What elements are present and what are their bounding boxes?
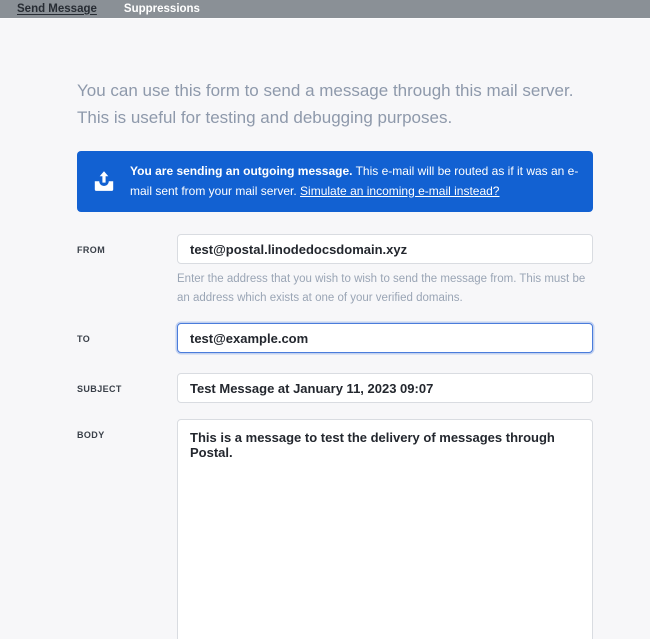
subject-field-row: SUBJECT (77, 373, 650, 403)
body-textarea[interactable]: This is a message to test the delivery o… (177, 419, 593, 639)
to-label: TO (77, 323, 177, 353)
to-field-row: TO (77, 323, 650, 353)
page-content: You can use this form to send a message … (0, 19, 650, 639)
tab-suppressions[interactable]: Suppressions (124, 0, 200, 19)
subject-label: SUBJECT (77, 373, 177, 403)
top-navbar: Send Message Suppressions (0, 0, 650, 19)
from-help-text: Enter the address that you wish to wish … (177, 270, 589, 307)
body-field-row: BODY This is a message to test the deliv… (77, 419, 650, 639)
simulate-incoming-link[interactable]: Simulate an incoming e-mail instead? (300, 184, 499, 198)
alert-lead-text: You are sending an outgoing message. (130, 164, 352, 178)
outgoing-mail-icon (91, 170, 117, 194)
outgoing-message-alert: You are sending an outgoing message. Thi… (77, 151, 593, 213)
alert-message: You are sending an outgoing message. Thi… (130, 162, 579, 202)
intro-text: You can use this form to send a message … (77, 78, 591, 132)
body-label: BODY (77, 419, 177, 639)
subject-input[interactable] (177, 373, 593, 403)
from-label: FROM (77, 234, 177, 307)
from-field-row: FROM Enter the address that you wish to … (77, 234, 650, 307)
from-input[interactable] (177, 234, 593, 264)
to-input[interactable] (177, 323, 593, 353)
tab-send-message[interactable]: Send Message (17, 0, 97, 19)
